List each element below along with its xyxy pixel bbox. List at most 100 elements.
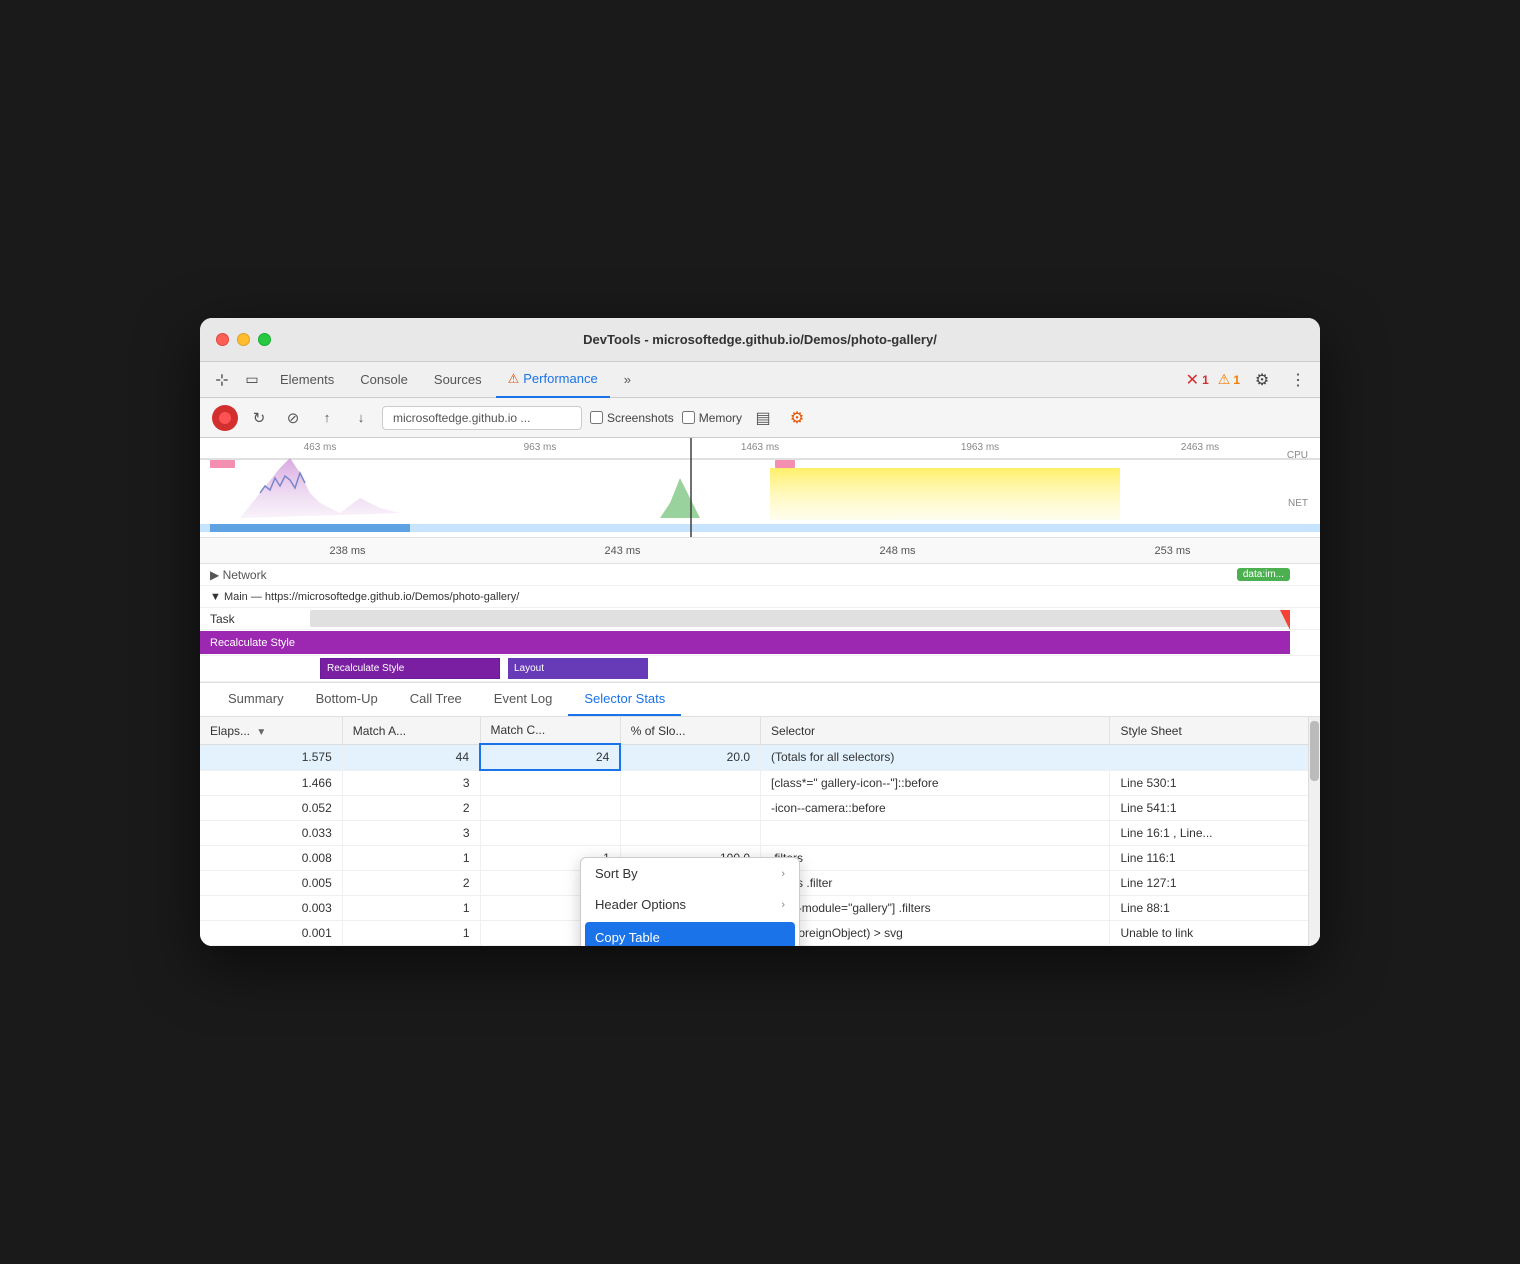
- cell-stylesheet-6[interactable]: Line 88:1: [1110, 895, 1320, 920]
- table-header-row: Elaps... ▼ Match A... Match C... % of Sl…: [200, 717, 1320, 744]
- download-icon[interactable]: ↓: [348, 405, 374, 431]
- cell-selector-0: (Totals for all selectors): [761, 744, 1110, 770]
- ctx-sort-by-label: Sort By: [595, 866, 638, 881]
- memory-toggle[interactable]: Memory: [682, 411, 742, 425]
- cell-selector-1: [class*=" gallery-icon--"]::before: [761, 770, 1110, 795]
- table-row[interactable]: 0.052 2 -icon--camera::before Line 541:1: [200, 795, 1320, 820]
- inspect-icon[interactable]: ⊹: [208, 366, 236, 394]
- settings-perf-icon[interactable]: ⚙: [784, 405, 810, 431]
- memory-details-icon[interactable]: ▤: [750, 405, 776, 431]
- cell-stylesheet-4[interactable]: Line 116:1: [1110, 845, 1320, 870]
- ts-mark-243: 243 ms: [485, 545, 760, 557]
- cell-match-attempts-3: 3: [342, 820, 480, 845]
- devtools-window: DevTools - microsoftedge.github.io/Demos…: [200, 318, 1320, 946]
- timescale-marks: 238 ms 243 ms 248 ms 253 ms: [210, 545, 1310, 557]
- tab-more[interactable]: »: [612, 362, 643, 398]
- th-stylesheet[interactable]: Style Sheet: [1110, 717, 1320, 744]
- tab-console[interactable]: Console: [348, 362, 420, 398]
- ctx-sort-by-arrow: ›: [781, 868, 785, 880]
- cell-elapsed-2: 0.052: [200, 795, 342, 820]
- tab-call-tree[interactable]: Call Tree: [394, 683, 478, 716]
- cell-selector-4: .filters: [761, 845, 1110, 870]
- ts-1463: 1463 ms: [650, 442, 870, 453]
- title-bar: DevTools - microsoftedge.github.io/Demos…: [200, 318, 1320, 362]
- screenshots-toggle[interactable]: Screenshots: [590, 411, 674, 425]
- perf-warning-icon: ⚠: [508, 371, 520, 387]
- tab-performance[interactable]: ⚠ Performance: [496, 362, 610, 398]
- table-with-context-menu: Elaps... ▼ Match A... Match C... % of Sl…: [200, 717, 1320, 946]
- cell-pct-slow-3: [620, 820, 760, 845]
- cell-stylesheet-3[interactable]: Line 16:1 , Line...: [1110, 820, 1320, 845]
- tab-performance-label: Performance: [523, 371, 597, 386]
- memory-label: Memory: [699, 411, 742, 425]
- th-pct-slow[interactable]: % of Slo...: [620, 717, 760, 744]
- ctx-header-options[interactable]: Header Options ›: [581, 889, 799, 920]
- cell-stylesheet-2[interactable]: Line 541:1: [1110, 795, 1320, 820]
- table-row[interactable]: 0.033 3 Line 16:1 , Line...: [200, 820, 1320, 845]
- upload-icon[interactable]: ↑: [314, 405, 340, 431]
- cell-selector-6: [data-module="gallery"] .filters: [761, 895, 1110, 920]
- ts-mark-248: 248 ms: [760, 545, 1035, 557]
- cell-elapsed-5: 0.005: [200, 870, 342, 895]
- reload-icon[interactable]: ↻: [246, 405, 272, 431]
- cell-selector-2: -icon--camera::before: [761, 795, 1110, 820]
- tab-elements[interactable]: Elements: [268, 362, 346, 398]
- timeline-timestamps: 463 ms 963 ms 1463 ms 1963 ms 2463 ms: [200, 442, 1320, 453]
- network-track-row: ▶ Network data:im...: [200, 564, 1320, 586]
- window-title: DevTools - microsoftedge.github.io/Demos…: [583, 332, 937, 347]
- ctx-sort-by[interactable]: Sort By ›: [581, 858, 799, 889]
- clear-icon[interactable]: ⊘: [280, 405, 306, 431]
- screenshots-checkbox[interactable]: [590, 411, 603, 424]
- th-match-count[interactable]: Match C...: [480, 717, 620, 744]
- task-overrun: [1280, 610, 1290, 630]
- bottom-panel: Summary Bottom-Up Call Tree Event Log Se…: [200, 683, 1320, 946]
- tab-bar: ⊹ ▭ Elements Console Sources ⚠ Performan…: [200, 362, 1320, 398]
- th-match-attempts[interactable]: Match A...: [342, 717, 480, 744]
- tab-event-log[interactable]: Event Log: [478, 683, 569, 716]
- cell-match-count-1: [480, 770, 620, 795]
- ts-2463: 2463 ms: [1090, 442, 1310, 453]
- cell-stylesheet-5[interactable]: Line 127:1: [1110, 870, 1320, 895]
- cell-match-attempts-0: 44: [342, 744, 480, 770]
- selection-line: [690, 438, 692, 537]
- close-button[interactable]: [216, 333, 229, 346]
- table-row[interactable]: 1.575 44 24 20.0 (Totals for all selecto…: [200, 744, 1320, 770]
- cell-selector-5: .filters .filter: [761, 870, 1110, 895]
- th-elapsed-label: Elaps...: [210, 724, 250, 738]
- tab-summary[interactable]: Summary: [212, 683, 300, 716]
- recalc-style-row: Recalculate Style: [200, 630, 1320, 656]
- record-button[interactable]: [212, 405, 238, 431]
- th-elapsed[interactable]: Elaps... ▼: [200, 717, 342, 744]
- ctx-header-options-arrow: ›: [781, 899, 785, 911]
- maximize-button[interactable]: [258, 333, 271, 346]
- tab-sources[interactable]: Sources: [422, 362, 494, 398]
- error-badge: ✕ 1 ⚠ 1: [1186, 370, 1240, 390]
- cell-match-attempts-7: 1: [342, 920, 480, 945]
- cell-match-attempts-5: 2: [342, 870, 480, 895]
- device-toggle-icon[interactable]: ▭: [238, 366, 266, 394]
- cell-stylesheet-1[interactable]: Line 530:1: [1110, 770, 1320, 795]
- scroll-thumb[interactable]: [1310, 721, 1319, 781]
- secondary-toolbar: ↻ ⊘ ↑ ↓ microsoftedge.github.io ... Scre…: [200, 398, 1320, 438]
- cell-pct-slow-1: [620, 770, 760, 795]
- ctx-copy-table[interactable]: Copy Table: [585, 922, 795, 946]
- table-scrollbar[interactable]: [1308, 717, 1320, 946]
- th-selector[interactable]: Selector: [761, 717, 1110, 744]
- sublevel-row: Recalculate Style Layout: [200, 656, 1320, 682]
- main-label: ▼ Main — https://microsoftedge.github.io…: [210, 591, 519, 603]
- timeline-area: 463 ms 963 ms 1463 ms 1963 ms 2463 ms CP…: [200, 438, 1320, 538]
- tab-bottom-up[interactable]: Bottom-Up: [300, 683, 394, 716]
- more-options-icon[interactable]: ⋮: [1284, 366, 1312, 394]
- minimize-button[interactable]: [237, 333, 250, 346]
- cell-elapsed-0: 1.575: [200, 744, 342, 770]
- cell-match-attempts-2: 2: [342, 795, 480, 820]
- main-track-row: ▼ Main — https://microsoftedge.github.io…: [200, 586, 1320, 608]
- table-row[interactable]: 1.466 3 [class*=" gallery-icon--"]::befo…: [200, 770, 1320, 795]
- toolbar-right: ✕ 1 ⚠ 1 ⚙ ⋮: [1186, 366, 1312, 394]
- cell-elapsed-6: 0.003: [200, 895, 342, 920]
- settings-icon[interactable]: ⚙: [1248, 366, 1276, 394]
- tab-selector-stats[interactable]: Selector Stats: [568, 683, 681, 716]
- ctx-copy-table-label: Copy Table: [595, 930, 660, 945]
- memory-checkbox[interactable]: [682, 411, 695, 424]
- task-bar: [310, 610, 1290, 627]
